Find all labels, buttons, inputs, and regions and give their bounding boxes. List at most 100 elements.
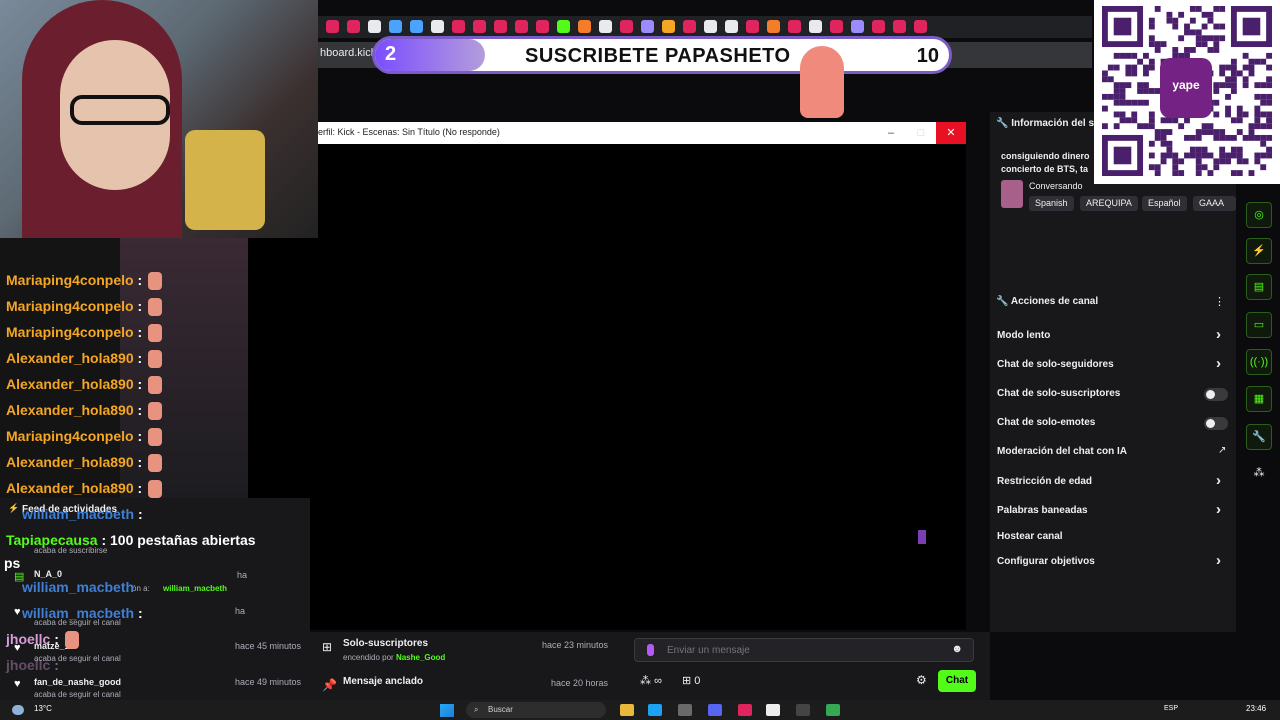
maximize-button[interactable]: □ xyxy=(906,122,936,144)
browser-tab-icon[interactable] xyxy=(662,20,675,33)
obs-icon[interactable] xyxy=(796,704,810,716)
browser-tab-icon[interactable] xyxy=(347,20,360,33)
lightning-icon[interactable]: ⚡ xyxy=(1246,238,1272,264)
browser-tab-icon[interactable] xyxy=(914,20,927,33)
dashboard-icon[interactable]: ▦ xyxy=(1246,386,1272,412)
app-icon[interactable] xyxy=(766,704,780,716)
chrome-icon[interactable] xyxy=(826,704,840,716)
browser-tab-icon[interactable] xyxy=(452,20,465,33)
chat-status-cards: ⊞ Solo-suscriptores encendido por Nashe_… xyxy=(310,632,622,700)
windows-start-icon[interactable] xyxy=(440,704,454,717)
chat-input[interactable] xyxy=(667,641,947,659)
browser-tab-icon[interactable] xyxy=(368,20,381,33)
gear-icon[interactable]: ⚙ xyxy=(916,673,927,687)
channel-action-row[interactable]: Moderación del chat con IA ↗ xyxy=(990,440,1236,464)
browser-tab-icon[interactable] xyxy=(725,20,738,33)
browser-tab-icon[interactable] xyxy=(599,20,612,33)
language-indicator[interactable]: ESP xyxy=(1164,705,1178,712)
broadcast-icon[interactable]: ((·)) xyxy=(1246,349,1272,375)
browser-tab-icon[interactable] xyxy=(494,20,507,33)
overlay-chat-line: Mariaping4conpelo : xyxy=(6,272,163,291)
toggle-switch[interactable] xyxy=(1204,388,1228,401)
browser-tab-icon[interactable] xyxy=(767,20,780,33)
minimize-button[interactable]: – xyxy=(876,122,906,144)
more-options-icon[interactable]: ⋮ xyxy=(1214,295,1225,308)
clock[interactable]: 23:46 xyxy=(1246,704,1266,713)
channel-action-row[interactable]: Hostear canal xyxy=(990,525,1236,549)
browser-tab-icon[interactable] xyxy=(830,20,843,33)
browser-tab-icon[interactable] xyxy=(683,20,696,33)
channel-action-row[interactable]: Chat de solo-emotes xyxy=(990,411,1236,435)
taskbar-search[interactable]: ⌕ Buscar xyxy=(466,702,606,718)
browser-tab-icon[interactable] xyxy=(851,20,864,33)
sub-goal-count: 2 xyxy=(375,39,485,71)
not-responding-window[interactable]: erfil: Kick - Escenas: Sin Título (No re… xyxy=(318,122,966,630)
browser-tab-icon[interactable] xyxy=(872,20,885,33)
browser-tab-icon[interactable] xyxy=(515,20,528,33)
browser-tab-icon[interactable] xyxy=(641,20,654,33)
wrench-icon[interactable]: 🔧 xyxy=(1246,424,1272,450)
file-explorer-icon[interactable] xyxy=(620,704,634,716)
document-icon[interactable]: ▤ xyxy=(1246,274,1272,300)
chat-input-wrapper[interactable]: ☻ xyxy=(634,638,974,662)
browser-tab-strip[interactable] xyxy=(318,16,1092,38)
channel-action-row[interactable]: Restricción de edad › xyxy=(990,470,1236,494)
browser-tab-icon[interactable] xyxy=(536,20,549,33)
stream-category[interactable]: Conversando xyxy=(1029,181,1083,191)
people-icon[interactable]: ⁂ xyxy=(1246,461,1272,487)
window-title-bar[interactable]: erfil: Kick - Escenas: Sin Título (No re… xyxy=(318,122,966,144)
pin-icon: 📌 xyxy=(322,678,337,692)
emote-icon xyxy=(64,631,79,650)
chat-bubble-icon[interactable]: ▭ xyxy=(1246,312,1272,338)
discord-icon[interactable] xyxy=(708,704,722,716)
weather-icon[interactable] xyxy=(12,705,24,715)
browser-tab-icon[interactable] xyxy=(809,20,822,33)
browser-tab-icon[interactable] xyxy=(431,20,444,33)
toggle-switch[interactable] xyxy=(1204,417,1228,430)
store-icon[interactable] xyxy=(678,704,692,716)
browser-tab-icon[interactable] xyxy=(893,20,906,33)
browser-tab-icon[interactable] xyxy=(620,20,633,33)
sub-only-card[interactable]: ⊞ Solo-suscriptores encendido por Nashe_… xyxy=(310,632,622,666)
browser-tab-icon[interactable] xyxy=(746,20,759,33)
channel-action-row[interactable]: Configurar objetivos › xyxy=(990,550,1236,574)
sub-goal-target: 10 xyxy=(916,45,939,67)
feed-time: hace 45 minutos xyxy=(235,641,302,651)
channel-action-row[interactable]: Chat de solo-suscriptores xyxy=(990,382,1236,406)
wrench-icon: 🔧 xyxy=(996,118,1009,129)
channel-action-row[interactable]: Modo lento › xyxy=(990,324,1236,348)
heart-icon: ♥ xyxy=(14,678,21,690)
edge-icon[interactable] xyxy=(648,704,662,716)
browser-tab-icon[interactable] xyxy=(788,20,801,33)
channel-action-row[interactable]: Palabras baneadas › xyxy=(990,499,1236,523)
send-chat-button[interactable]: Chat xyxy=(938,670,976,692)
users-count[interactable]: ⁂ ∞ xyxy=(640,674,662,687)
gift-count[interactable]: ⊞ 0 xyxy=(682,674,700,687)
feed-gift-recipient: william_macbeth xyxy=(163,584,228,593)
stream-tag[interactable]: Spanish xyxy=(1029,196,1074,211)
browser-tab-icon[interactable] xyxy=(326,20,339,33)
overlay-chat-line: william_macbeth : xyxy=(22,605,143,621)
stream-tag[interactable]: Español xyxy=(1142,196,1187,211)
pinned-message-card[interactable]: 📌 Mensaje anclado hace 20 horas xyxy=(310,670,622,704)
close-button[interactable]: ✕ xyxy=(936,122,966,144)
browser-tab-icon[interactable] xyxy=(410,20,423,33)
emote-icon xyxy=(148,298,163,317)
sub-goal-title: SUSCRIBETE PAPASHETO xyxy=(525,45,791,67)
channel-actions-header: 🔧 Acciones de canal xyxy=(996,296,1099,307)
browser-tab-icon[interactable] xyxy=(389,20,402,33)
brave-icon[interactable] xyxy=(738,704,752,716)
stream-tag[interactable]: AREQUIPA xyxy=(1080,196,1138,211)
tab-icons xyxy=(326,20,927,33)
browser-tab-icon[interactable] xyxy=(578,20,591,33)
browser-tab-icon[interactable] xyxy=(704,20,717,33)
stream-tag[interactable]: GAAA xyxy=(1193,196,1236,211)
temperature[interactable]: 13°C xyxy=(34,704,52,713)
browser-tab-icon[interactable] xyxy=(473,20,486,33)
target-icon[interactable]: ◎ xyxy=(1246,202,1272,228)
emote-picker-icon[interactable]: ☻ xyxy=(951,643,963,655)
mic-icon[interactable] xyxy=(647,644,654,656)
browser-tab-icon[interactable] xyxy=(557,20,570,33)
patrick-sticker xyxy=(800,46,844,118)
channel-action-row[interactable]: Chat de solo-seguidores › xyxy=(990,353,1236,377)
